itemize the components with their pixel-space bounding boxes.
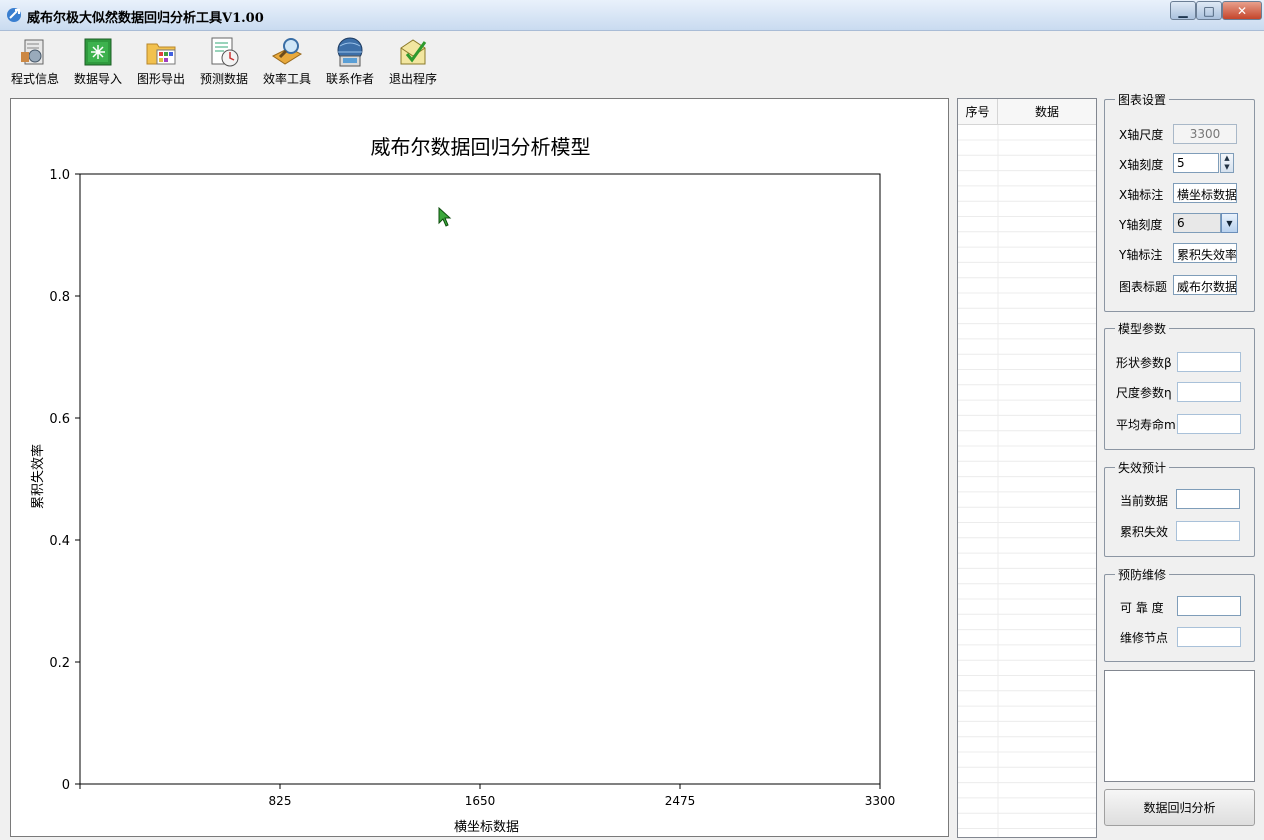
chart-title-label: 图表标题: [1119, 280, 1168, 294]
x-tick-label: 825: [269, 794, 292, 808]
maximize-button[interactable]: □: [1196, 1, 1222, 20]
data-table[interactable]: 序号 数据: [957, 98, 1097, 838]
chart-title-field[interactable]: 威布尔数据: [1173, 275, 1237, 295]
maintenance-title: 预防维修: [1115, 566, 1170, 583]
y-tick-label: 0.8: [49, 290, 70, 305]
cumulative-failure-label: 累积失效: [1120, 525, 1169, 539]
x-ticks-label: X轴刻度: [1119, 158, 1164, 172]
maintenance-group: 预防维修: [1104, 566, 1255, 662]
x-scale-field[interactable]: 3300: [1173, 124, 1237, 144]
current-data-field[interactable]: [1176, 489, 1240, 509]
chart-settings-title: 图表设置: [1115, 91, 1170, 108]
minimize-button[interactable]: ▁: [1170, 1, 1196, 20]
program-info-icon: [21, 39, 44, 65]
contact-author-button[interactable]: 联系作者: [320, 36, 380, 86]
forecast-data-icon: [211, 37, 239, 67]
app-icon: [7, 8, 21, 22]
scale-param-field[interactable]: [1177, 382, 1241, 402]
failure-forecast-title: 失效预计: [1115, 459, 1170, 476]
chart-export-button[interactable]: 图形导出: [131, 36, 191, 86]
exit-program-button[interactable]: 退出程序: [383, 36, 443, 86]
chart-export-icon: [146, 43, 176, 65]
minimize-icon: ▁: [1178, 3, 1188, 18]
forecast-data-label: 预测数据: [199, 72, 248, 86]
y-tick-label: 0.4: [49, 534, 70, 549]
shape-param-label: 形状参数β: [1116, 356, 1172, 370]
column-header-data[interactable]: 数据: [998, 99, 1096, 125]
scale-param-label: 尺度参数η: [1116, 386, 1172, 400]
y-caption-label: Y轴标注: [1119, 248, 1163, 262]
mouse-cursor-icon: [438, 207, 452, 227]
y-tick-label: 0: [62, 778, 70, 793]
efficiency-tools-icon: [272, 38, 303, 65]
y-tick-label: 0.2: [49, 656, 70, 671]
window-title: 威布尔极大似然数据回归分析工具V1.00: [27, 11, 264, 26]
table-grid: [958, 125, 1096, 837]
efficiency-tools-button[interactable]: 效率工具: [257, 36, 317, 86]
x-ticks-stepper[interactable]: ▲ ▼: [1220, 153, 1234, 173]
x-tick-label: 3300: [865, 794, 896, 808]
chart-plot: 0 0.2 0.4 0.6 0.8 1.0 825 1650 2475 3300: [49, 168, 896, 808]
x-tick-label: 1650: [465, 794, 496, 808]
chart-panel: 威布尔数据回归分析模型 0 0.2 0.4 0.6 0.8 1.0 825 1650 2475 3…: [10, 98, 949, 837]
mean-life-field[interactable]: [1177, 414, 1241, 434]
y-tick-label: 1.0: [49, 168, 70, 183]
maintenance-node-label: 维修节点: [1120, 631, 1169, 645]
toolbar: 程式信息 数据导入 图形导出 预测数据 效率工具 联系作者 退出程序: [0, 32, 1264, 88]
data-import-button[interactable]: 数据导入: [68, 36, 128, 86]
reliability-label: 可 靠 度: [1120, 601, 1164, 615]
maximize-icon: □: [1203, 3, 1215, 18]
y-ticks-label: Y轴刻度: [1119, 218, 1163, 232]
program-info-button[interactable]: 程式信息: [5, 36, 65, 86]
y-ticks-select[interactable]: 6: [1173, 213, 1221, 233]
y-tick-label: 0.6: [49, 412, 70, 427]
x-scale-label: X轴尺度: [1119, 128, 1164, 142]
data-import-label: 数据导入: [73, 72, 122, 86]
chart-export-label: 图形导出: [136, 72, 185, 86]
forecast-data-button[interactable]: 预测数据: [194, 36, 254, 86]
cumulative-failure-field[interactable]: [1176, 521, 1240, 541]
mean-life-label: 平均寿命m: [1116, 418, 1176, 432]
efficiency-tools-label: 效率工具: [262, 72, 311, 86]
exit-program-icon: [400, 39, 427, 65]
column-header-index[interactable]: 序号: [958, 99, 998, 125]
program-info-label: 程式信息: [10, 72, 59, 86]
current-data-label: 当前数据: [1120, 494, 1169, 508]
result-output-box[interactable]: [1104, 670, 1255, 782]
x-axis-label: 横坐标数据: [453, 820, 519, 835]
stepper-up-icon[interactable]: ▲: [1221, 154, 1233, 163]
x-tick-label: 2475: [665, 794, 696, 808]
chevron-down-icon[interactable]: ▼: [1221, 213, 1238, 233]
shape-param-field[interactable]: [1177, 352, 1241, 372]
failure-forecast-group: 失效预计: [1104, 459, 1255, 557]
x-ticks-field[interactable]: 5: [1173, 153, 1219, 173]
close-button[interactable]: ✕: [1222, 1, 1262, 20]
exit-program-label: 退出程序: [388, 72, 437, 86]
data-import-icon: [84, 38, 112, 66]
regression-analysis-button[interactable]: 数据回归分析: [1104, 789, 1255, 826]
reliability-field[interactable]: [1177, 596, 1241, 616]
y-axis-label: 累积失效率: [31, 443, 46, 509]
model-params-title: 模型参数: [1115, 320, 1170, 337]
y-caption-field[interactable]: 累积失效率: [1173, 243, 1237, 263]
plot-area-frame: [79, 173, 881, 785]
contact-author-icon: [337, 37, 363, 67]
maintenance-node-field[interactable]: [1177, 627, 1241, 647]
x-caption-label: X轴标注: [1119, 188, 1164, 202]
close-icon: ✕: [1236, 3, 1248, 18]
contact-author-label: 联系作者: [325, 72, 374, 86]
x-caption-field[interactable]: 横坐标数据: [1173, 183, 1237, 203]
stepper-down-icon[interactable]: ▼: [1221, 163, 1233, 172]
title-bar: 威布尔极大似然数据回归分析工具V1.00 ▁ □ ✕: [0, 0, 1264, 31]
